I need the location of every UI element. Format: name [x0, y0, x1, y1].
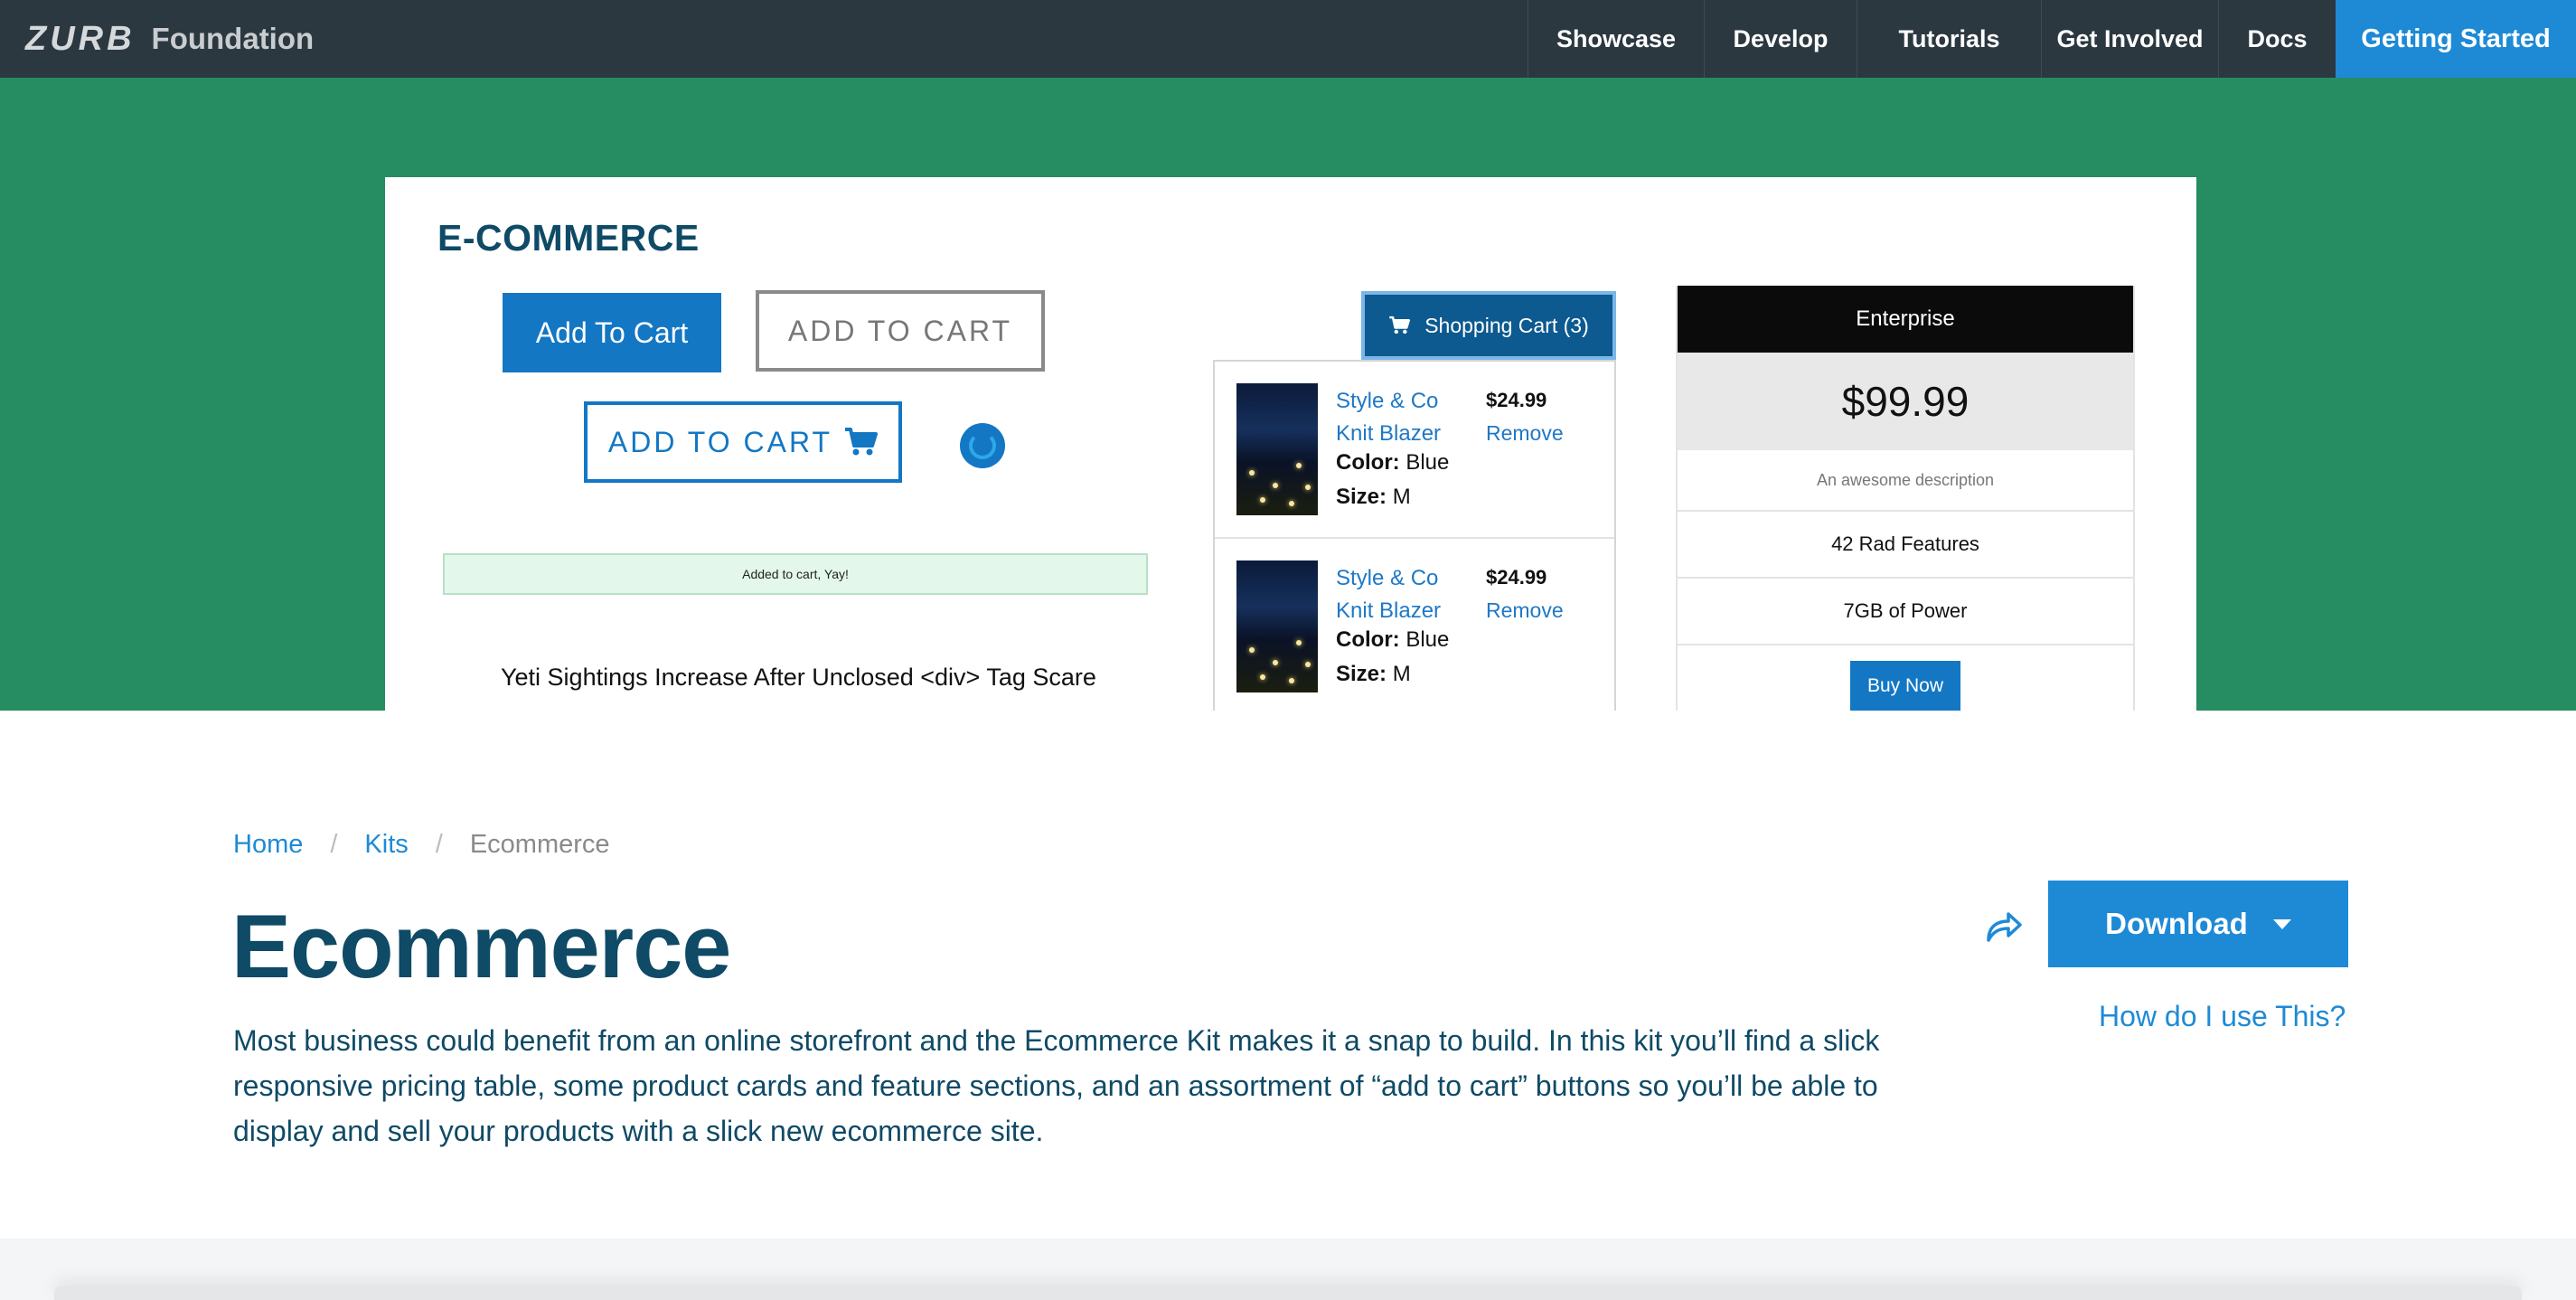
cart-item-remove-link[interactable]: Remove [1486, 598, 1564, 623]
cart-item-size: Size: M [1336, 662, 1411, 687]
page-title: Ecommerce [231, 896, 731, 996]
product-thumbnail [1236, 561, 1318, 692]
hero-banner: E-COMMERCE Add To Cart ADD TO CART ADD T… [0, 78, 2576, 711]
nav-tutorials[interactable]: Tutorials [1857, 0, 2041, 78]
pricing-feature: 7GB of Power [1678, 579, 2133, 645]
color-label: Color: [1336, 627, 1400, 652]
add-to-cart-outline-gray-button[interactable]: ADD TO CART [756, 290, 1045, 372]
add-to-cart-solid-button[interactable]: Add To Cart [503, 293, 721, 372]
preview-title: E-COMMERCE [437, 217, 700, 259]
getting-started-button[interactable]: Getting Started [2336, 0, 2576, 78]
cart-item-color: Color: Blue [1336, 627, 1449, 653]
color-value: Blue [1406, 450, 1450, 475]
pricing-feature: 42 Rad Features [1678, 512, 2133, 579]
size-value: M [1392, 485, 1411, 509]
breadcrumb-separator: / [435, 830, 443, 859]
breadcrumb: Home / Kits / Ecommerce [233, 830, 610, 860]
add-to-cart-outline-blue-label: ADD TO CART [607, 425, 833, 458]
download-label: Download [2105, 907, 2248, 940]
main-nav: Showcase Develop Tutorials Get Involved … [1528, 0, 2576, 78]
brand-logo-text: ZURB [25, 19, 136, 58]
cart-item-remove-link[interactable]: Remove [1486, 421, 1564, 446]
size-label: Size: [1336, 485, 1387, 509]
spinner-icon [960, 423, 1005, 468]
page-description: Most business could benefit from an onli… [233, 1024, 1880, 1147]
cart-dropdown: Style & Co Knit Blazer Color: Blue Size:… [1213, 360, 1616, 711]
color-label: Color: [1336, 450, 1400, 475]
cart-item-color: Color: Blue [1336, 450, 1449, 476]
how-to-use-link[interactable]: How do I use This? [2099, 1000, 2346, 1033]
nav-showcase[interactable]: Showcase [1528, 0, 1704, 78]
cart-item-price: $24.99 [1486, 389, 1547, 411]
nav-get-involved[interactable]: Get Involved [2041, 0, 2218, 78]
breadcrumb-home[interactable]: Home [233, 830, 303, 860]
cart-item-size: Size: M [1336, 485, 1411, 510]
caret-down-icon [2272, 918, 2291, 929]
pricing-plan-name: Enterprise [1678, 286, 2133, 353]
cart-item: Style & Co Knit Blazer Color: Blue Size:… [1215, 537, 1614, 711]
pricing-description: An awesome description [1678, 450, 2133, 512]
cart-icon [845, 428, 879, 456]
nav-docs[interactable]: Docs [2218, 0, 2336, 78]
kit-preview: E-COMMERCE Add To Cart ADD TO CART ADD T… [385, 177, 2196, 711]
brand-logo[interactable]: ZURB Foundation [25, 0, 314, 78]
shopping-cart-label: Shopping Cart (3) [1424, 313, 1589, 337]
cart-item-price: $24.99 [1486, 566, 1547, 589]
added-to-cart-alert: Added to cart, Yay! [443, 553, 1148, 595]
pricing-buy-row: Buy Now [1678, 645, 2133, 711]
color-value: Blue [1406, 627, 1450, 652]
download-button[interactable]: Download [2048, 881, 2348, 967]
breadcrumb-kits[interactable]: Kits [364, 830, 408, 860]
product-thumbnail [1236, 383, 1318, 515]
bottom-section [0, 1239, 2576, 1300]
cart-item: Style & Co Knit Blazer Color: Blue Size:… [1215, 362, 1614, 537]
size-value: M [1392, 662, 1411, 686]
pricing-price: $99.99 [1678, 353, 2133, 450]
cart-icon [1389, 316, 1411, 334]
brand-name: Foundation [151, 22, 315, 55]
preview-headline: Yeti Sightings Increase After Unclosed <… [501, 664, 1096, 691]
section-shadow [54, 1286, 2522, 1300]
shopping-cart-button[interactable]: Shopping Cart (3) [1361, 291, 1616, 360]
cart-item-name[interactable]: Style & Co Knit Blazer [1336, 385, 1471, 450]
buy-now-button[interactable]: Buy Now [1850, 661, 1960, 711]
breadcrumb-separator: / [330, 830, 338, 859]
breadcrumb-current: Ecommerce [469, 830, 610, 859]
size-label: Size: [1336, 662, 1387, 686]
share-icon[interactable] [1981, 904, 2025, 947]
top-navigation: ZURB Foundation Showcase Develop Tutoria… [0, 0, 2576, 78]
cart-item-name[interactable]: Style & Co Knit Blazer [1336, 562, 1471, 627]
add-to-cart-outline-blue-button[interactable]: ADD TO CART [584, 401, 902, 483]
pricing-table: Enterprise $99.99 An awesome description… [1676, 286, 2135, 711]
nav-develop[interactable]: Develop [1704, 0, 1857, 78]
